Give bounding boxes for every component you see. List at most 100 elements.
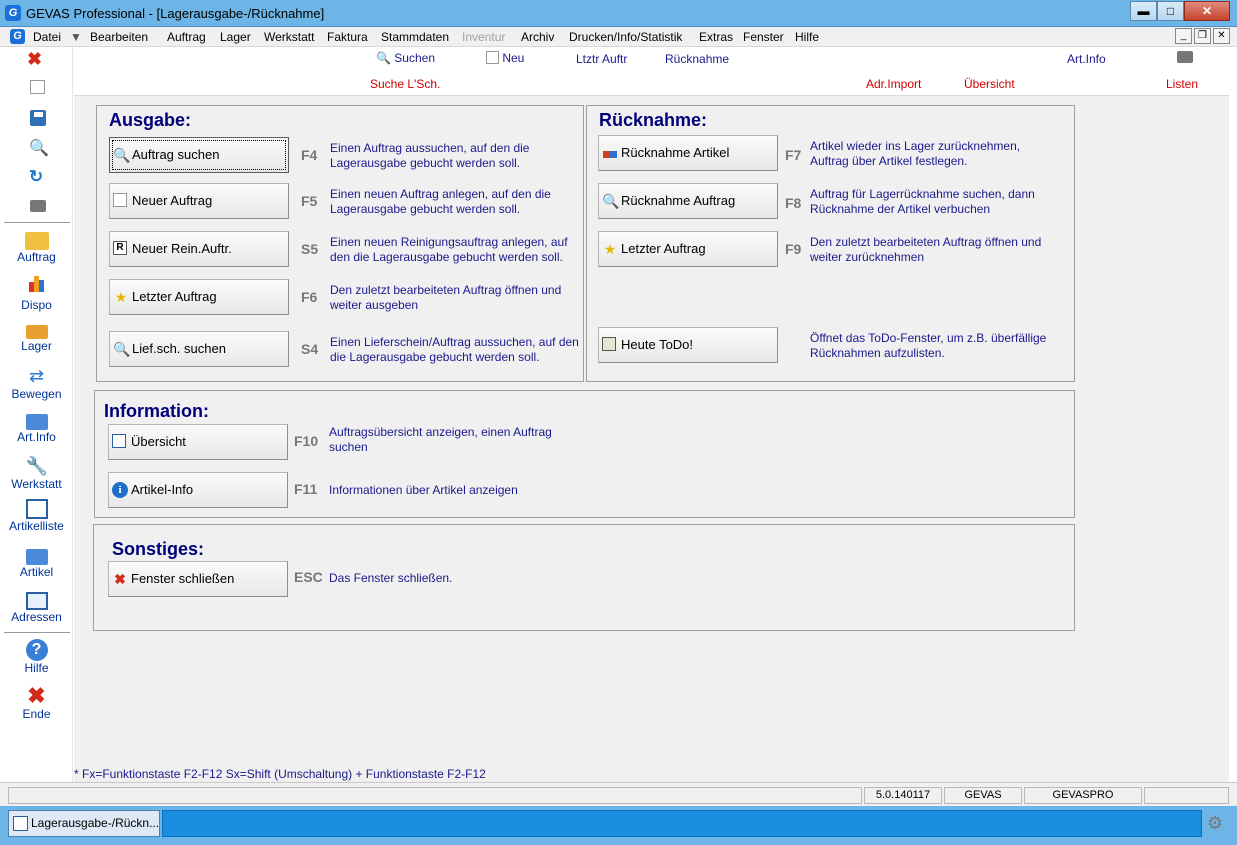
order-folder-icon (24, 232, 49, 250)
sidebar-item-art-info[interactable]: Art.Info (0, 410, 73, 444)
maximize-button[interactable]: □ (1157, 1, 1184, 21)
toolbar-search-button[interactable]: 🔍 Suchen (376, 51, 435, 65)
minimize-button[interactable]: ▬ (1130, 1, 1157, 21)
lief-sch-suchen-button[interactable]: 🔍 Lief.sch. suchen (109, 331, 289, 367)
mdi-app-icon[interactable]: G (10, 29, 25, 44)
menu-datei[interactable]: Datei (33, 30, 61, 44)
close-icon: ✖ (27, 683, 46, 708)
close-icon: ✖ (114, 571, 126, 587)
sidebar-item-artikel[interactable]: Artikel (0, 545, 73, 579)
help-icon: ? (25, 639, 48, 661)
sidebar-item-label: Artikel (19, 565, 54, 579)
fenster-schliessen-button[interactable]: ✖ Fenster schließen (108, 561, 288, 597)
toolbar-return-button[interactable]: Rücknahme (665, 52, 729, 66)
uebersicht-button[interactable]: Übersicht (108, 424, 288, 460)
task-window-label: Lagerausgabe-/Rückn... (31, 816, 160, 830)
sidebar-item-label: Dispo (21, 298, 52, 312)
print-icon[interactable] (1177, 51, 1193, 63)
desc-ruecknahme-artikel: Artikel wieder ins Lager zurücknehmen, A… (810, 139, 1021, 168)
star-icon: ★ (114, 289, 128, 305)
task-area (162, 810, 1202, 837)
dropdown-triangle-icon[interactable]: ▼ (70, 30, 82, 44)
mdi-taskbar: Lagerausgabe-/Rückn... ⚙ (0, 806, 1237, 845)
footer-note: * Fx=Funktionstaste F2-F12 Sx=Shift (Ums… (74, 767, 486, 781)
sidebar-item-hilfe[interactable]: ? Hilfe (0, 639, 73, 675)
menu-drucken-info-statistik[interactable]: Drucken/Info/Statistik (569, 30, 682, 44)
search-icon[interactable]: 🔍 (29, 138, 49, 158)
status-company: GEVAS (944, 787, 1022, 804)
mdi-close-button[interactable]: ✕ (1213, 28, 1230, 44)
desc-fenster-schliessen: Das Fenster schließen. (329, 571, 453, 585)
ausgabe-title: Ausgabe: (109, 110, 192, 130)
wrench-icon: 🔧 (25, 456, 48, 476)
status-user: GEVASPRO (1024, 787, 1142, 804)
print-icon[interactable] (30, 200, 46, 212)
sidebar-item-bewegen[interactable]: ⇄ Bewegen (0, 365, 73, 401)
toolbar-last-order-button[interactable]: Ltztr Auftr (576, 52, 627, 66)
heute-todo-button[interactable]: Heute ToDo! (598, 327, 778, 363)
save-icon[interactable] (30, 110, 46, 126)
menu-fenster[interactable]: Fenster (743, 30, 784, 44)
toolbar-lists-button[interactable]: Listen (1166, 77, 1198, 91)
sidebar-item-lager[interactable]: Lager (0, 321, 73, 353)
letzter-auftrag-button[interactable]: ★ Letzter Auftrag (109, 279, 289, 315)
ruecknahme-artikel-button[interactable]: Rücknahme Artikel (598, 135, 778, 171)
sonstiges-title: Sonstiges: (112, 539, 205, 559)
auftrag-suchen-button[interactable]: 🔍 Auftrag suchen (109, 137, 289, 173)
refresh-icon[interactable]: ↻ (29, 167, 43, 187)
sonstiges-group: Sonstiges: ✖ Fenster schließen ESC Das Fe… (93, 524, 1075, 631)
mdi-minimize-button[interactable]: _ (1175, 28, 1192, 44)
key-f6: F6 (301, 289, 318, 305)
menu-werkstatt[interactable]: Werkstatt (264, 30, 314, 44)
sidebar-item-dispo[interactable]: Dispo (0, 276, 73, 312)
address-card-icon (25, 592, 48, 610)
ruecknahme-auftrag-button[interactable]: 🔍 Rücknahme Auftrag (598, 183, 778, 219)
menu-bar: G Datei ▼ Bearbeiten Auftrag Lager Werks… (0, 27, 1237, 47)
sidebar-item-label: Auftrag (17, 250, 56, 264)
toolbar-adr-import-button[interactable]: Adr.Import (866, 77, 921, 91)
desc-letzter-auftrag-ruecknahme: Den zuletzt bearbeiteten Auftrag öffnen … (810, 235, 1042, 264)
toolbar-overview-button[interactable]: Übersicht (964, 77, 1015, 91)
button-label: Rücknahme Auftrag (621, 193, 736, 208)
gear-icon[interactable]: ⚙ (1205, 813, 1225, 833)
close-window-button[interactable]: ✕ (1184, 1, 1230, 21)
button-label: Lief.sch. suchen (132, 341, 226, 356)
search-icon: 🔍 (376, 51, 391, 65)
sidebar: ✖ 🔍 ↻ Auftrag Dispo Lager ⇄ Bewegen Art.… (0, 47, 73, 782)
button-label: Letzter Auftrag (621, 241, 706, 256)
sidebar-item-artikelliste[interactable]: Artikelliste (0, 499, 73, 533)
menu-auftrag[interactable]: Auftrag (167, 30, 206, 44)
letzter-auftrag-ruecknahme-button[interactable]: ★ Letzter Auftrag (598, 231, 778, 267)
sidebar-item-auftrag[interactable]: Auftrag (0, 232, 73, 264)
menu-lager[interactable]: Lager (220, 30, 251, 44)
sidebar-item-label: Artikelliste (9, 519, 64, 533)
menu-bearbeiten[interactable]: Bearbeiten (90, 30, 148, 44)
information-title: Information: (104, 401, 209, 421)
neuer-rein-auftrag-button[interactable]: R Neuer Rein.Auftr. (109, 231, 289, 267)
move-icon: ⇄ (28, 366, 45, 386)
close-icon[interactable]: ✖ (27, 49, 42, 70)
sidebar-item-adressen[interactable]: Adressen (0, 590, 73, 624)
menu-archiv[interactable]: Archiv (521, 30, 554, 44)
task-window-button[interactable]: Lagerausgabe-/Rückn... (8, 810, 160, 837)
menu-faktura[interactable]: Faktura (327, 30, 368, 44)
toolbar-art-info-button[interactable]: Art.Info (1067, 52, 1106, 66)
menu-hilfe[interactable]: Hilfe (795, 30, 819, 44)
desc-artikel-info: Informationen über Artikel anzeigen (329, 483, 518, 497)
information-group: Information: Übersicht F10 Auftragsübers… (94, 390, 1075, 518)
toolbar-new-button[interactable]: Neu (486, 51, 524, 65)
blank-icon[interactable] (30, 80, 45, 94)
menu-stammdaten[interactable]: Stammdaten (381, 30, 449, 44)
sidebar-item-ende[interactable]: ✖ Ende (0, 683, 73, 722)
ruecknahme-group: Rücknahme: Rücknahme Artikel F7 Artikel … (586, 105, 1075, 382)
neuer-auftrag-button[interactable]: Neuer Auftrag (109, 183, 289, 219)
menu-extras[interactable]: Extras (699, 30, 733, 44)
desc-neuer-auftrag: Einen neuen Auftrag anlegen, auf den die… (330, 187, 551, 216)
key-esc: ESC (294, 569, 323, 585)
article-icon (25, 549, 48, 565)
sidebar-item-label: Lager (21, 339, 52, 353)
artikel-info-button[interactable]: i Artikel-Info (108, 472, 288, 508)
sidebar-item-werkstatt[interactable]: 🔧 Werkstatt (0, 455, 73, 491)
mdi-restore-button[interactable]: ❐ (1194, 28, 1211, 44)
toolbar-search-ls-button[interactable]: Suche L'Sch. (370, 77, 440, 91)
